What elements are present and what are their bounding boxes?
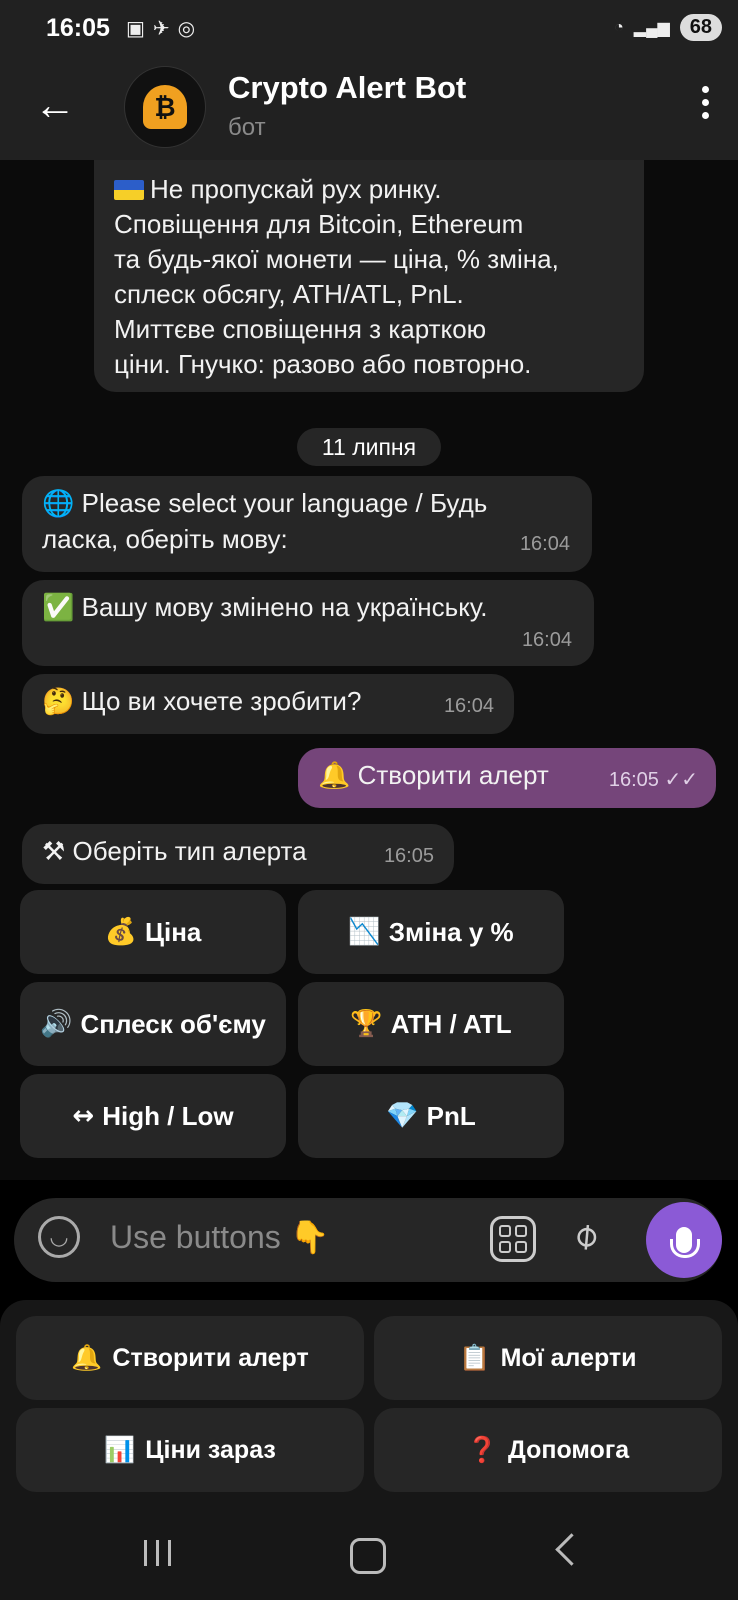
microphone-button[interactable] — [646, 1202, 722, 1278]
status-right: ◔ ▂▄▆ 68 — [614, 14, 722, 41]
chart-down-icon: 📉 — [348, 917, 381, 947]
inline-button-price[interactable]: 💰 Ціна — [20, 890, 286, 974]
clipboard-icon: 📋 — [459, 1343, 491, 1372]
tools-icon: ⚒ — [42, 837, 66, 867]
status-bar: 16:05 ▣✈◎ ◔ ▂▄▆ 68 — [0, 0, 738, 56]
bell-icon: 🔔 — [71, 1343, 103, 1372]
message-time: 16:04 — [443, 695, 494, 717]
trophy-icon: 🏆 — [350, 1009, 383, 1039]
microphone-icon — [670, 1227, 700, 1258]
bitcoin-bell-icon: ₿ — [143, 85, 187, 129]
message-bubble: 🌐 Please select your language / Будь лас… — [22, 476, 592, 572]
gem-icon: 💎 — [386, 1101, 419, 1131]
message-text: Створити алерт — [357, 760, 549, 790]
nav-back-icon[interactable] — [555, 1533, 588, 1566]
message-input[interactable]: Use buttons 👇 — [110, 1218, 330, 1256]
message-time: 16:04 — [519, 533, 570, 555]
speaker-icon: 🔊 — [40, 1009, 73, 1039]
emoji-icon[interactable]: ◡ — [38, 1216, 80, 1258]
message-text: Що ви хочете зробити? — [81, 686, 362, 716]
more-options-icon[interactable] — [702, 86, 710, 119]
message-time: 16:05 — [383, 845, 434, 867]
intro-line: та будь-якої монети — ціна, % зміна, — [114, 244, 559, 274]
chat-subtitle: бот — [228, 114, 266, 141]
message-bubble: 🤔 Що ви хочете зробити? 16:04 — [22, 674, 514, 734]
message-text: ласка, оберіть мову: — [42, 524, 288, 554]
message-bubble: ⚒ Оберіть тип алерта 16:05 — [22, 824, 454, 884]
chat-header: ← ₿ Crypto Alert Bot бот — [0, 56, 738, 160]
bell-icon: 🔔 — [318, 761, 351, 791]
thinking-face-icon: 🤔 — [42, 687, 75, 717]
inline-button-percent-change[interactable]: 📉 Зміна у % — [298, 890, 564, 974]
intro-line: сплеск обсягу, ATH/ATL, PnL. — [114, 279, 464, 309]
keyboard-toggle-icon[interactable] — [490, 1216, 536, 1262]
status-notification-icons: ▣✈◎ — [126, 18, 204, 40]
home-icon[interactable] — [350, 1538, 386, 1574]
status-time: 16:05 — [46, 14, 110, 42]
message-text: Вашу мову змінено на українську. — [81, 592, 488, 622]
outgoing-message-bubble: 🔔 Створити алерт 16:05 ✓✓ — [298, 748, 716, 808]
intro-line: ціни. Гнучко: разово або повторно. — [114, 349, 532, 379]
inline-button-volume-spike[interactable]: 🔊 Сплеск об'єму — [20, 982, 286, 1066]
message-text: Please select your language / Будь — [81, 488, 488, 518]
reply-button-prices-now[interactable]: 📊 Ціни зараз — [16, 1408, 364, 1492]
message-bubble: ✅ Вашу мову змінено на українську. 16:04 — [22, 580, 594, 666]
intro-line: Не пропускай рух ринку. — [114, 172, 624, 207]
ukraine-flag-icon — [114, 180, 144, 200]
battery-indicator: 68 — [679, 14, 722, 41]
intro-line: Сповіщення для Bitcoin, Ethereum — [114, 209, 524, 239]
message-input-bar: ◡ Use buttons 👇 ⌀ — [14, 1198, 722, 1282]
chat-area[interactable]: Не пропускай рух ринку. Сповіщення для B… — [0, 160, 738, 1180]
system-nav-bar — [0, 1500, 738, 1600]
globe-icon: 🌐 — [42, 489, 75, 519]
question-icon: ❓ — [466, 1435, 498, 1464]
message-time: 16:04 — [521, 629, 572, 651]
reply-keyboard: 🔔 Створити алерт 📋 Мої алерти 📊 Ціни зараз … — [0, 1300, 738, 1500]
check-icon: ✅ — [42, 593, 75, 623]
inline-button-pnl[interactable]: 💎 PnL — [298, 1074, 564, 1158]
attach-icon[interactable]: ⌀ — [563, 1212, 607, 1258]
reply-button-my-alerts[interactable]: 📋 Мої алерти — [374, 1316, 722, 1400]
avatar[interactable]: ₿ — [124, 66, 206, 148]
signal-icon: ▂▄▆ — [633, 19, 670, 37]
message-text: Оберіть тип алерта — [72, 836, 307, 866]
back-arrow-icon[interactable]: ← — [34, 82, 76, 128]
message-time: 16:05 — [608, 769, 659, 791]
reply-button-create-alert[interactable]: 🔔 Створити алерт — [16, 1316, 364, 1400]
reply-button-help[interactable]: ❓ Допомога — [374, 1408, 722, 1492]
read-ticks-icon: ✓✓ — [664, 769, 698, 791]
intro-line: Миттєве сповіщення з карткою — [114, 314, 487, 344]
left-right-arrow-icon: ↔ — [72, 1101, 95, 1131]
inline-button-ath-atl[interactable]: 🏆 ATH / ATL — [298, 982, 564, 1066]
inline-button-high-low[interactable]: ↔ High / Low — [20, 1074, 286, 1158]
bar-chart-icon: 📊 — [104, 1435, 136, 1464]
chat-title[interactable]: Crypto Alert Bot — [228, 70, 466, 106]
date-separator: 11 липня — [297, 428, 441, 466]
intro-message: Не пропускай рух ринку. Сповіщення для B… — [94, 160, 644, 392]
recent-apps-icon[interactable] — [144, 1540, 171, 1566]
money-bag-icon: 💰 — [104, 917, 137, 947]
wifi-icon: ◔ — [614, 18, 624, 36]
